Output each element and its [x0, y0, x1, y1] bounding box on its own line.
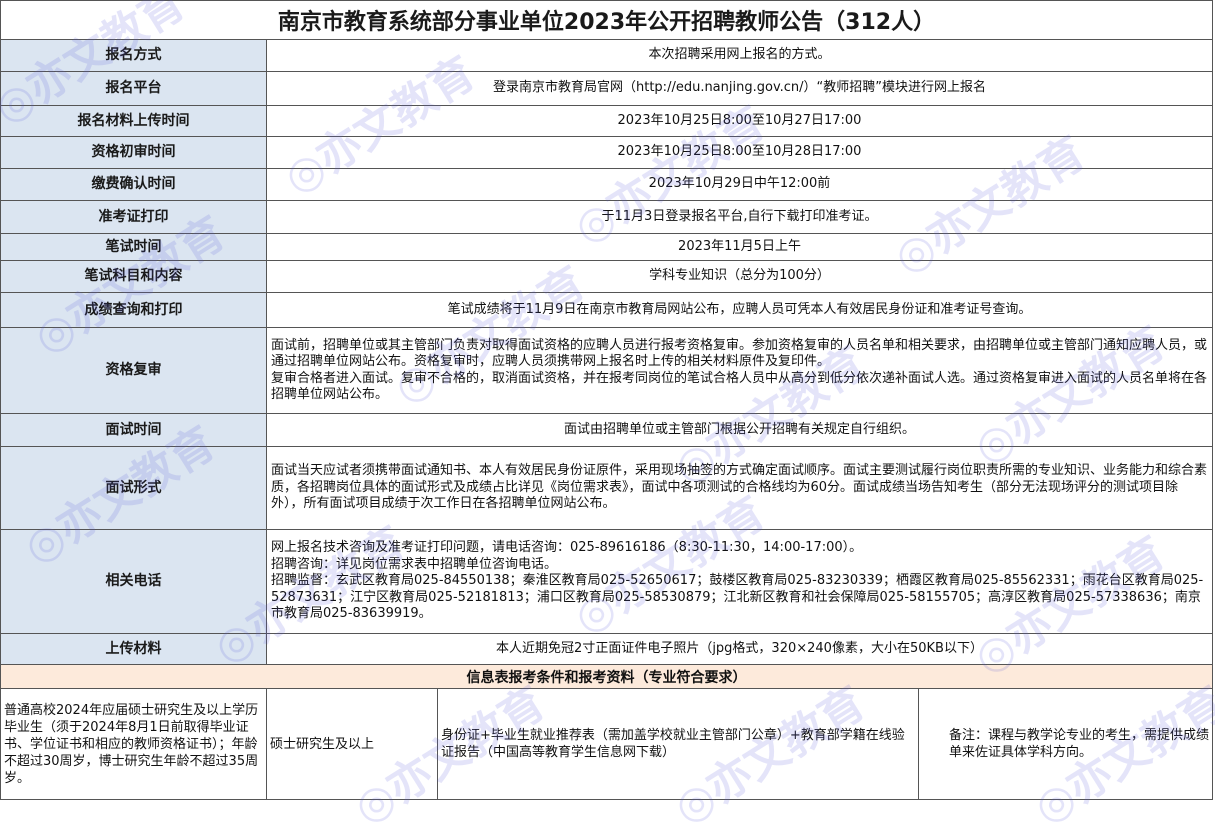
table-row-phone: 相关电话 网上报名技术咨询及准考证打印问题，请电话咨询：025-89616186…: [0, 530, 1213, 634]
table-row-interview-time: 面试时间 面试由招聘单位或主管部门根据公开招聘有关规定自行组织。: [0, 414, 1213, 447]
table-row-upload-materials: 上传材料 本人近期免冠2寸正面证件电子照片（jpg格式，320×240像素，大小…: [0, 634, 1213, 665]
requirements-row: 普通高校2024年应届硕士研究生及以上学历毕业生（须于2024年8月1日前取得毕…: [0, 689, 1213, 800]
section-title: 信息表报考条件和报考资料（专业符合要求）: [0, 665, 1213, 689]
table-row-admission-ticket: 准考证打印 于11月3日登录报名平台,自行下载打印准考证。: [0, 201, 1213, 234]
row-value: 网上报名技术咨询及准考证打印问题，请电话咨询：025-89616186（8:30…: [267, 530, 1212, 633]
row-value: 于11月3日登录报名平台,自行下载打印准考证。: [601, 208, 878, 224]
row-label: 报名材料上传时间: [1, 106, 267, 136]
row-value: 登录南京市教育局官网（http://edu.nanjing.gov.cn/）“教…: [493, 80, 986, 96]
table-row-payment: 缴费确认时间 2023年10月29日中午12:00前: [0, 169, 1213, 201]
row-label: 面试时间: [1, 414, 267, 446]
requirement-degree: 硕士研究生及以上: [267, 689, 438, 799]
table-row-score-query: 成绩查询和打印 笔试成绩将于11月9日在南京市教育局网站公布，应聘人员可凭本人有…: [0, 293, 1213, 328]
table-row-signup-method: 报名方式 本次招聘采用网上报名的方式。: [0, 40, 1213, 72]
row-label: 缴费确认时间: [1, 169, 267, 200]
row-value: 本次招聘采用网上报名的方式。: [648, 47, 831, 63]
row-label: 准考证打印: [1, 201, 267, 233]
row-label: 资格初审时间: [1, 137, 267, 168]
row-label: 面试形式: [1, 447, 267, 529]
table-row-qualification-review: 资格复审 面试前，招聘单位或其主管部门负责对取得面试资格的应聘人员进行报考资格复…: [0, 328, 1213, 414]
notice-table: 南京市教育系统部分事业单位2023年公开招聘教师公告（312人） 报名方式 本次…: [0, 0, 1215, 834]
table-row-upload-time: 报名材料上传时间 2023年10月25日8:00至10月27日17:00: [0, 106, 1213, 137]
row-label: 相关电话: [1, 530, 267, 633]
row-value: 面试当天应试者须携带面试通知书、本人有效居民身份证原件，采用现场抽签的方式确定面…: [267, 447, 1212, 529]
row-value: 2023年10月25日8:00至10月28日17:00: [617, 144, 862, 160]
table-row-exam-subject: 笔试科目和内容 学科专业知识（总分为100分）: [0, 261, 1213, 293]
row-label: 上传材料: [1, 634, 267, 664]
row-label: 成绩查询和打印: [1, 293, 267, 327]
table-row-initial-review: 资格初审时间 2023年10月25日8:00至10月28日17:00: [0, 137, 1213, 169]
requirement-documents: 身份证+毕业生就业推荐表（需加盖学校就业主管部门公章）+教育部学籍在线验证报告（…: [438, 689, 919, 799]
review-paragraph-2: 复审合格者进入面试。复审不合格的，取消面试资格，并在报考同岗位的笔试合格人员中从…: [271, 370, 1208, 403]
row-label: 笔试时间: [1, 234, 267, 260]
row-value: 面试前，招聘单位或其主管部门负责对取得面试资格的应聘人员进行报考资格复审。参加资…: [267, 328, 1212, 413]
row-value: 2023年11月5日上午: [678, 238, 801, 254]
table-row-interview-format: 面试形式 面试当天应试者须携带面试通知书、本人有效居民身份证原件，采用现场抽签的…: [0, 447, 1213, 530]
row-label: 报名方式: [1, 40, 267, 71]
row-label: 资格复审: [1, 328, 267, 413]
page-title: 南京市教育系统部分事业单位2023年公开招聘教师公告（312人）: [0, 0, 1213, 40]
row-value: 笔试成绩将于11月9日在南京市教育局网站公布，应聘人员可凭本人有效居民身份证和准…: [447, 301, 1032, 317]
row-label: 笔试科目和内容: [1, 261, 267, 292]
table-row-exam-time: 笔试时间 2023年11月5日上午: [0, 234, 1213, 261]
row-label: 报名平台: [1, 72, 267, 105]
row-value: 学科专业知识（总分为100分）: [649, 268, 830, 284]
phone-tech-support: 网上报名技术咨询及准考证打印问题，请电话咨询：025-89616186（8:30…: [271, 540, 863, 556]
row-value: 面试由招聘单位或主管部门根据公开招聘有关规定自行组织。: [563, 421, 915, 437]
row-value: 2023年10月25日8:00至10月27日17:00: [617, 112, 862, 128]
table-row-signup-platform: 报名平台 登录南京市教育局官网（http://edu.nanjing.gov.c…: [0, 72, 1213, 106]
row-value: 2023年10月29日中午12:00前: [648, 176, 831, 192]
requirement-condition: 普通高校2024年应届硕士研究生及以上学历毕业生（须于2024年8月1日前取得毕…: [1, 689, 267, 799]
phone-recruit-inquiry: 招聘咨询：详见岗位需求表中招聘单位咨询电话。: [271, 556, 558, 572]
interview-format-text: 面试当天应试者须携带面试通知书、本人有效居民身份证原件，采用现场抽签的方式确定面…: [271, 463, 1208, 512]
phone-supervision: 招聘监督：玄武区教育局025-84550138；秦淮区教育局025-526506…: [271, 573, 1204, 622]
review-paragraph-1: 面试前，招聘单位或其主管部门负责对取得面试资格的应聘人员进行报考资格复审。参加资…: [271, 337, 1208, 370]
row-value: 本人近期免冠2寸正面证件电子照片（jpg格式，320×240像素，大小在50KB…: [496, 640, 983, 656]
requirement-remark: 备注：课程与教学论专业的考生，需提供成绩单来佐证具体学科方向。: [949, 728, 1210, 760]
